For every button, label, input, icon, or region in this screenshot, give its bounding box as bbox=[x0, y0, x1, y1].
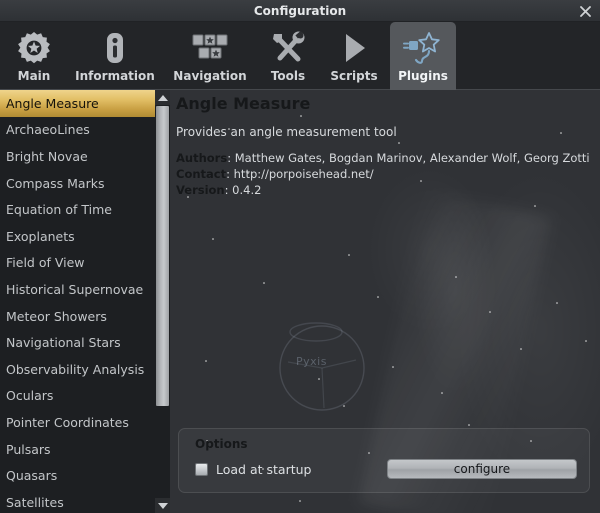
load-at-startup-checkbox[interactable]: Load at startup bbox=[195, 462, 311, 477]
plugin-authors-line: Authors: Matthew Gates, Bogdan Marinov, … bbox=[176, 150, 590, 166]
plugin-version-line: Version: 0.4.2 bbox=[176, 182, 590, 198]
plugin-version-value: 0.4.2 bbox=[232, 183, 262, 197]
plugin-list-item[interactable]: Meteor Showers bbox=[0, 303, 155, 330]
tab-scripts-label: Scripts bbox=[330, 69, 378, 83]
plugin-list-item[interactable]: ArchaeoLines bbox=[0, 117, 155, 144]
hammer-wrench-icon bbox=[258, 26, 318, 70]
gear-star-icon bbox=[2, 26, 66, 70]
plugin-list-item[interactable]: Equation of Time bbox=[0, 196, 155, 223]
plugin-description: Provides an angle measurement tool bbox=[176, 125, 397, 139]
contact-separator: : bbox=[226, 167, 234, 181]
tab-bar: Main Information Navigation Tools Script… bbox=[0, 22, 600, 90]
plugin-list-item[interactable]: Field of View bbox=[0, 250, 155, 277]
load-at-startup-label: Load at startup bbox=[216, 462, 312, 477]
plugin-authors-label: Authors bbox=[176, 151, 228, 165]
plugin-list-item[interactable]: Oculars bbox=[0, 383, 155, 410]
configuration-window: Pyxis Configuration Main Information Nav… bbox=[0, 0, 600, 513]
title-bar: Configuration bbox=[0, 0, 600, 22]
options-group: Options Load at startup configure bbox=[178, 428, 590, 493]
plugin-list-item[interactable]: Angle Measure bbox=[0, 90, 155, 117]
checkbox-box-icon[interactable] bbox=[195, 463, 208, 476]
window-title: Configuration bbox=[253, 4, 347, 18]
plugin-list-item[interactable]: Compass Marks bbox=[0, 170, 155, 197]
tab-information[interactable]: Information bbox=[68, 22, 162, 90]
plugin-list-scrollbar[interactable] bbox=[155, 90, 170, 513]
scrollbar-thumb[interactable] bbox=[156, 106, 169, 406]
plugin-list[interactable]: Angle Measure ArchaeoLines Bright Novae Com… bbox=[0, 90, 155, 513]
configure-button[interactable]: configure bbox=[387, 459, 577, 479]
plugin-metadata: Authors: Matthew Gates, Bogdan Marinov, … bbox=[176, 150, 590, 198]
info-icon bbox=[68, 26, 162, 70]
close-icon[interactable] bbox=[577, 3, 594, 20]
tab-plugins[interactable]: Plugins bbox=[390, 22, 456, 90]
play-triangle-icon bbox=[320, 26, 388, 70]
tab-navigation[interactable]: Navigation bbox=[164, 22, 256, 90]
plugin-contact-label: Contact bbox=[176, 167, 227, 181]
plugin-detail-pane: Angle Measure Provides an angle measurem… bbox=[170, 90, 600, 513]
plugin-list-item[interactable]: Navigational Stars bbox=[0, 329, 155, 356]
plugin-list-item[interactable]: Quasars bbox=[0, 462, 155, 489]
tab-main-label: Main bbox=[17, 69, 51, 83]
plugin-list-item[interactable]: Satellites bbox=[0, 489, 155, 513]
plugin-list-item[interactable]: Bright Novae bbox=[0, 143, 155, 170]
plugin-list-item[interactable]: Exoplanets bbox=[0, 223, 155, 250]
grid-squares-icon bbox=[164, 26, 256, 70]
tab-information-label: Information bbox=[75, 69, 155, 83]
tab-tools[interactable]: Tools bbox=[258, 22, 318, 90]
plugin-authors-value: Matthew Gates, Bogdan Marinov, Alexander… bbox=[234, 151, 590, 165]
plugin-contact-line: Contact: http://porpoisehead.net/ bbox=[176, 166, 590, 182]
scroll-down-arrow-icon[interactable] bbox=[155, 498, 170, 513]
plugin-contact-value[interactable]: http://porpoisehead.net/ bbox=[234, 167, 374, 181]
plugin-list-item[interactable]: Pulsars bbox=[0, 436, 155, 463]
plug-star-icon bbox=[390, 26, 456, 70]
tab-tools-label: Tools bbox=[270, 69, 306, 83]
plugin-list-item[interactable]: Pointer Coordinates bbox=[0, 409, 155, 436]
tab-navigation-label: Navigation bbox=[173, 69, 247, 83]
plugin-list-item[interactable]: Observability Analysis bbox=[0, 356, 155, 383]
tab-plugins-label: Plugins bbox=[398, 69, 448, 83]
plugin-list-item[interactable]: Historical Supernovae bbox=[0, 276, 155, 303]
plugin-title: Angle Measure bbox=[176, 94, 311, 113]
authors-separator: : bbox=[227, 151, 235, 165]
plugin-version-label: Version bbox=[176, 183, 225, 197]
tab-main[interactable]: Main bbox=[2, 22, 66, 90]
options-title: Options bbox=[195, 437, 248, 451]
scroll-up-arrow-icon[interactable] bbox=[155, 90, 170, 105]
content-area: Angle Measure ArchaeoLines Bright Novae Com… bbox=[0, 90, 600, 513]
tab-scripts[interactable]: Scripts bbox=[320, 22, 388, 90]
